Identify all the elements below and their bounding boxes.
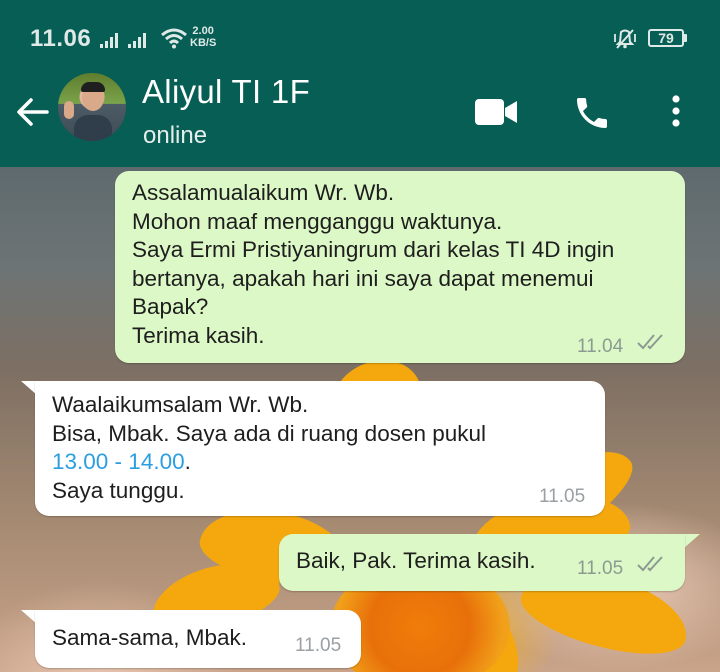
- video-call-icon[interactable]: [474, 98, 518, 126]
- message-line: Waalaikumsalam Wr. Wb.: [52, 392, 309, 417]
- bubble-tail: [684, 534, 700, 548]
- contact-status: online: [143, 122, 208, 149]
- message-bubble-incoming[interactable]: Waalaikumsalam Wr. Wb. Bisa, Mbak. Saya …: [35, 381, 605, 516]
- wifi-icon: [161, 28, 187, 49]
- message-line: Saya tunggu.: [52, 477, 185, 503]
- message-time: 11.05: [295, 635, 342, 656]
- message-bubble-outgoing[interactable]: Assalamualaikum Wr. Wb. Mohon maaf mengg…: [115, 171, 685, 363]
- network-speed-unit: KB/S: [190, 37, 217, 49]
- read-ticks-icon: [637, 556, 663, 572]
- message-line: Baik, Pak. Terima kasih.: [296, 548, 536, 573]
- message-bubble-outgoing[interactable]: Baik, Pak. Terima kasih. 11.05: [279, 534, 685, 591]
- status-time: 11.06: [30, 25, 92, 52]
- network-speed-value: 2.00: [192, 25, 214, 37]
- message-line: Mohon maaf mengganggu waktunya.: [132, 208, 503, 234]
- message-time: 11.05: [539, 486, 586, 507]
- battery-tip: [684, 34, 687, 42]
- message-time: 11.04: [577, 336, 624, 357]
- signal-icon-2: [128, 30, 152, 48]
- message-bubble-incoming[interactable]: Sama-sama, Mbak. 11.05: [35, 610, 361, 668]
- link-suffix: .: [184, 449, 191, 474]
- back-arrow-icon[interactable]: [14, 94, 50, 130]
- battery-icon: 79: [648, 29, 684, 47]
- signal-icon: [100, 30, 124, 48]
- chat-header: Aliyul TI 1F online: [0, 58, 720, 167]
- contact-name[interactable]: Aliyul TI 1F: [142, 73, 310, 111]
- time-range-link[interactable]: 13.00 - 14.00: [52, 449, 185, 474]
- message-line: Saya Ermi Pristiyaningrum dari kelas TI …: [132, 237, 615, 262]
- avatar[interactable]: [58, 73, 126, 141]
- message-line: bertanya, apakah hari ini saya dapat men…: [132, 265, 594, 291]
- message-time: 11.05: [577, 558, 624, 579]
- message-line-link: 13.00 - 14.00.: [52, 448, 605, 477]
- message-line: Bapak?: [132, 294, 209, 319]
- message-line: Bisa, Mbak. Saya ada di ruang dosen puku…: [52, 420, 487, 446]
- message-line: Assalamualaikum Wr. Wb.: [132, 180, 395, 205]
- network-speed: 2.00 KB/S: [190, 25, 216, 49]
- vibrate-mute-icon: [614, 29, 636, 49]
- voice-call-icon[interactable]: [572, 93, 612, 133]
- read-ticks-icon: [637, 334, 663, 350]
- status-bar: 11.06 2.00 KB/S 79: [0, 0, 720, 58]
- more-options-icon[interactable]: [668, 94, 684, 130]
